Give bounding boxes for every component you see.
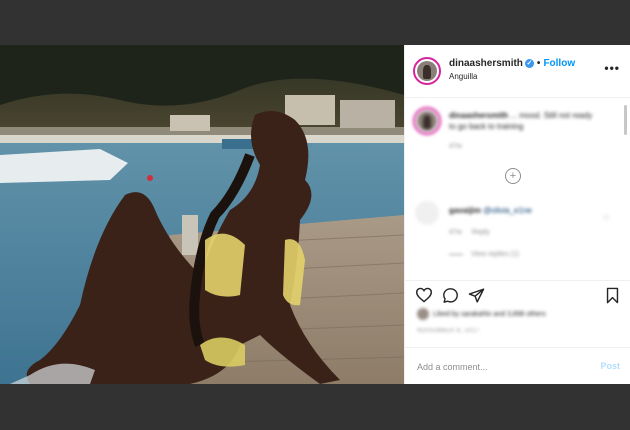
reply-text-block: gavaijim @olivia_e1ne bbox=[449, 205, 589, 216]
caption-username[interactable]: dinaashersmith bbox=[449, 111, 508, 120]
caption-text-block: dinaashersmith ... mood. Still not ready… bbox=[449, 110, 599, 132]
view-replies-link[interactable]: View replies (1) bbox=[471, 251, 519, 258]
plus-circle-icon[interactable]: + bbox=[505, 168, 521, 184]
reply-age: 47w bbox=[449, 229, 462, 236]
comments-scrollbar[interactable] bbox=[624, 105, 627, 135]
reply-button[interactable]: Reply bbox=[472, 229, 490, 236]
liker-avatar bbox=[417, 308, 429, 320]
more-options-icon[interactable]: ••• bbox=[604, 61, 620, 75]
bookmark-icon[interactable] bbox=[605, 287, 620, 304]
reply-avatar[interactable] bbox=[415, 201, 439, 225]
username-link[interactable]: dinaashersmith bbox=[449, 58, 523, 69]
likes-row[interactable]: Liked by sarakahlo and 3,898 others bbox=[417, 308, 546, 320]
profile-avatar[interactable] bbox=[413, 57, 441, 85]
post-comment-button[interactable]: Post bbox=[600, 361, 620, 371]
likes-text: Liked by sarakahlo and 3,898 others bbox=[433, 310, 546, 318]
location-link[interactable]: Anguilla bbox=[449, 72, 477, 81]
heart-icon[interactable] bbox=[415, 287, 433, 303]
reply-username[interactable]: gavaijim bbox=[449, 206, 481, 215]
comments-list[interactable]: dinaashersmith ... mood. Still not ready… bbox=[405, 97, 630, 279]
post-header: dinaashersmith ✓ • Follow Anguilla ••• bbox=[405, 45, 630, 98]
instagram-post: dinaashersmith ✓ • Follow Anguilla ••• dina… bbox=[0, 45, 630, 384]
comment-like-icon[interactable]: ♡ bbox=[603, 214, 610, 223]
reply-mention[interactable]: @olivia_e1ne bbox=[483, 206, 532, 215]
post-photo[interactable] bbox=[0, 45, 404, 384]
comment-input[interactable] bbox=[415, 358, 589, 376]
separator-dot: • bbox=[536, 58, 541, 69]
comment-icon[interactable] bbox=[442, 287, 459, 304]
reply-meta: 47w Reply bbox=[449, 229, 490, 236]
beach-photo-illustration bbox=[0, 45, 404, 384]
action-bar bbox=[405, 280, 630, 308]
view-replies-row[interactable]: View replies (1) bbox=[449, 251, 519, 258]
caption-age: 47w bbox=[449, 143, 462, 150]
post-side-panel: dinaashersmith ✓ • Follow Anguilla ••• dina… bbox=[404, 45, 630, 384]
share-icon[interactable] bbox=[468, 287, 485, 304]
bottom-dark-band bbox=[0, 384, 630, 430]
verified-badge-icon: ✓ bbox=[524, 58, 534, 68]
top-dark-band bbox=[0, 0, 630, 45]
caption-avatar[interactable] bbox=[413, 107, 441, 135]
post-date: NOVEMBER 8, 2017 bbox=[417, 328, 480, 334]
view-replies-line bbox=[449, 253, 463, 255]
follow-button[interactable]: Follow bbox=[543, 58, 575, 69]
header-username-row: dinaashersmith ✓ • Follow bbox=[449, 58, 575, 69]
add-comment-bar: Post bbox=[405, 347, 630, 385]
